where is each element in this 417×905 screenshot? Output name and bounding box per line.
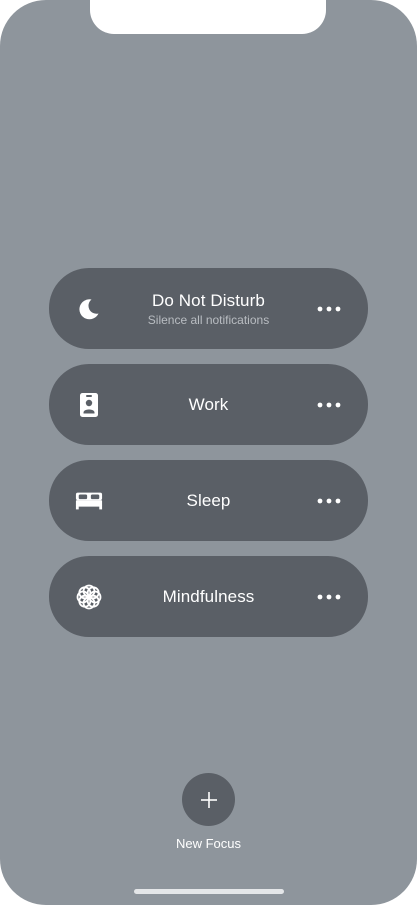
focus-list: Do Not Disturb Silence all notifications	[49, 268, 368, 652]
focus-row-labels: Work	[109, 395, 308, 415]
more-options-icon[interactable]	[316, 299, 342, 319]
notch	[90, 0, 326, 34]
focus-row-labels: Sleep	[109, 491, 308, 511]
focus-title: Work	[188, 394, 229, 414]
more-options-icon[interactable]	[316, 395, 342, 415]
focus-row-mindfulness[interactable]: Mindfulness	[49, 556, 368, 637]
new-focus-section: New Focus	[0, 773, 417, 851]
focus-title: Mindfulness	[162, 586, 255, 606]
focus-row-labels: Mindfulness	[109, 587, 308, 607]
new-focus-button[interactable]	[182, 773, 235, 826]
focus-title: Sleep	[186, 490, 231, 510]
flower-icon	[75, 583, 103, 611]
id-badge-icon	[75, 391, 103, 419]
phone-screen: Do Not Disturb Silence all notifications	[0, 0, 417, 905]
focus-row-sleep[interactable]: Sleep	[49, 460, 368, 541]
home-indicator[interactable]	[134, 889, 284, 894]
focus-row-do-not-disturb[interactable]: Do Not Disturb Silence all notifications	[49, 268, 368, 349]
more-options-icon[interactable]	[316, 491, 342, 511]
bed-icon	[75, 487, 103, 515]
moon-icon	[75, 295, 103, 323]
more-options-icon[interactable]	[316, 587, 342, 607]
focus-row-work[interactable]: Work	[49, 364, 368, 445]
focus-title: Do Not Disturb	[152, 290, 265, 310]
plus-icon	[200, 791, 217, 808]
focus-subtitle: Silence all notifications	[147, 312, 270, 327]
new-focus-label: New Focus	[175, 836, 242, 851]
focus-row-labels: Do Not Disturb Silence all notifications	[109, 291, 308, 327]
